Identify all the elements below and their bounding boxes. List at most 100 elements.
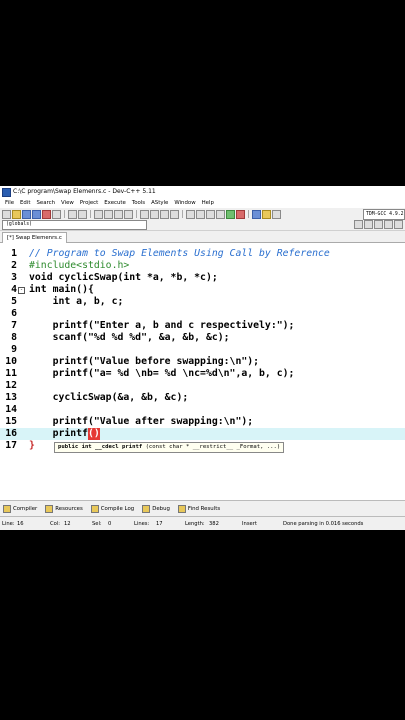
fold-toggle-icon[interactable]: - [18, 287, 25, 294]
code-line[interactable]: 11 printf("a= %d \nb= %d \nc=%d\n",a, b,… [0, 368, 405, 380]
debug-icon[interactable] [252, 209, 261, 219]
goto-definition-icon[interactable] [374, 220, 383, 229]
code-text: #include<stdio.h> [29, 260, 129, 272]
status-lines-value: 17 [156, 521, 163, 527]
close-file-icon[interactable] [42, 209, 51, 219]
code-token: #include<stdio.h> [29, 260, 130, 271]
goto-bookmark-icon[interactable] [170, 209, 179, 219]
menu-astyle[interactable]: AStyle [148, 198, 171, 208]
code-line[interactable]: 10 printf("Value before swapping:\n"); [0, 356, 405, 368]
save-icon[interactable] [22, 209, 31, 219]
line-number: 4 [11, 284, 17, 295]
replace-icon[interactable] [104, 209, 113, 219]
resources-icon [45, 505, 54, 513]
code-line[interactable]: 13 cyclicSwap(&a, &b, &c); [0, 392, 405, 404]
code-text: printf("Value before swapping:\n"); [29, 356, 259, 368]
stop-icon[interactable] [236, 209, 245, 219]
compiler-icon [3, 505, 11, 513]
line-number: 16 [5, 428, 17, 439]
code-line[interactable]: 4- int main(){ [0, 284, 405, 296]
code-token: printf("Value after swapping:\n"); [29, 416, 254, 427]
code-text: printf("Value after swapping:\n"); [29, 416, 254, 428]
tab-swap-elemenrs[interactable]: [*] Swap Elemenrs.c [2, 232, 67, 243]
save-all-icon[interactable] [32, 209, 41, 219]
find-icon[interactable] [94, 209, 103, 219]
unindent-icon[interactable] [150, 209, 159, 219]
profile-icon[interactable] [262, 209, 271, 219]
bottom-panel-tabs: Compiler Resources Compile Log Debug Fin… [0, 500, 405, 517]
bracket-highlight: () [87, 428, 100, 440]
insert-icon[interactable] [384, 220, 393, 229]
tab-resources[interactable]: Resources [45, 505, 83, 513]
redo-icon[interactable] [78, 209, 87, 219]
line-number: 15 [5, 416, 17, 427]
compiler-select[interactable]: TDM-GCC 4.9.2 64-bit Release [363, 209, 405, 220]
line-number: 13 [5, 392, 17, 403]
line-number: 8 [11, 332, 17, 343]
menu-window[interactable]: Window [171, 198, 198, 208]
menu-help[interactable]: Help [199, 198, 217, 208]
compile-icon[interactable] [186, 209, 195, 219]
code-line[interactable]: 16 printf() [0, 428, 405, 440]
code-line[interactable]: 12 [0, 380, 405, 392]
code-token: int main(){ [29, 284, 94, 295]
tab-find-results[interactable]: Find Results [177, 505, 221, 513]
code-line[interactable]: 7 printf("Enter a, b and c respectively:… [0, 320, 405, 332]
code-line[interactable]: 9 [0, 344, 405, 356]
code-token: // Program to Swap Elements Using Call b… [29, 248, 330, 259]
code-line[interactable]: 6 [0, 308, 405, 320]
code-text: cyclicSwap(&a, &b, &c); [29, 392, 189, 404]
line-number: 14 [5, 404, 17, 415]
code-editor[interactable]: 1 // Program to Swap Elements Using Call … [0, 246, 405, 498]
compile-run-icon[interactable] [206, 209, 215, 219]
find-results-icon [177, 505, 186, 513]
code-line[interactable]: 8 scanf("%d %d %d", &a, &b, &c); [0, 332, 405, 344]
title-bar: C:\C program\Swap Elemenrs.c - Dev-C++ 5… [0, 186, 405, 198]
code-line[interactable]: 3 void cyclicSwap(int *a, *b, *c); [0, 272, 405, 284]
line-number: 2 [11, 260, 17, 271]
tab-debug[interactable]: Debug [142, 505, 170, 513]
toggle-bookmark-icon[interactable] [160, 209, 169, 219]
menu-view[interactable]: View [58, 198, 77, 208]
arrow-right-icon[interactable] [394, 220, 403, 229]
tooltip-prefix: public int __cdecl printf [58, 444, 146, 450]
toolbar-separator [182, 210, 183, 218]
code-line[interactable]: 14 [0, 404, 405, 416]
chart-icon[interactable] [272, 209, 281, 219]
tab-find-results-label: Find Results [187, 506, 221, 512]
menu-edit[interactable]: Edit [17, 198, 33, 208]
code-token: void cyclicSwap(int *a, *b, *c); [29, 272, 218, 283]
status-mode: Insert [242, 521, 257, 527]
scope-select[interactable]: (globals) [2, 220, 147, 230]
code-line[interactable]: 1 // Program to Swap Elements Using Call … [0, 248, 405, 260]
new-file-icon[interactable] [2, 209, 11, 219]
menu-project[interactable]: Project [77, 198, 101, 208]
syntax-check-icon[interactable] [226, 209, 235, 219]
code-line[interactable]: 5 int a, b, c; [0, 296, 405, 308]
dev-cpp-window: C:\C program\Swap Elemenrs.c - Dev-C++ 5… [0, 186, 405, 530]
code-text: int a, b, c; [29, 296, 124, 308]
tab-compiler-label: Compiler [13, 506, 38, 512]
menu-search[interactable]: Search [33, 198, 58, 208]
print-icon[interactable] [52, 209, 61, 219]
dropdown-arrow-icon[interactable] [354, 220, 363, 229]
indent-icon[interactable] [140, 209, 149, 219]
tab-compiler[interactable]: Compiler [3, 505, 37, 513]
goto-declaration-icon[interactable] [364, 220, 373, 229]
app-icon [2, 187, 11, 197]
run-icon[interactable] [196, 209, 205, 219]
open-folder-icon[interactable] [12, 209, 21, 219]
tab-compile-log[interactable]: Compile Log [90, 505, 134, 513]
menu-tools[interactable]: Tools [129, 198, 148, 208]
debug-check-icon [142, 505, 151, 513]
goto-line-icon[interactable] [124, 209, 133, 219]
find-next-icon[interactable] [114, 209, 123, 219]
rebuild-icon[interactable] [216, 209, 225, 219]
menu-bar: File Edit Search View Project Execute To… [0, 198, 405, 208]
code-token: cyclicSwap(&a, &b, &c); [29, 392, 189, 403]
code-line[interactable]: 2 #include<stdio.h> [0, 260, 405, 272]
undo-icon[interactable] [68, 209, 77, 219]
menu-file[interactable]: File [2, 198, 17, 208]
code-line[interactable]: 15 printf("Value after swapping:\n"); [0, 416, 405, 428]
menu-execute[interactable]: Execute [101, 198, 129, 208]
